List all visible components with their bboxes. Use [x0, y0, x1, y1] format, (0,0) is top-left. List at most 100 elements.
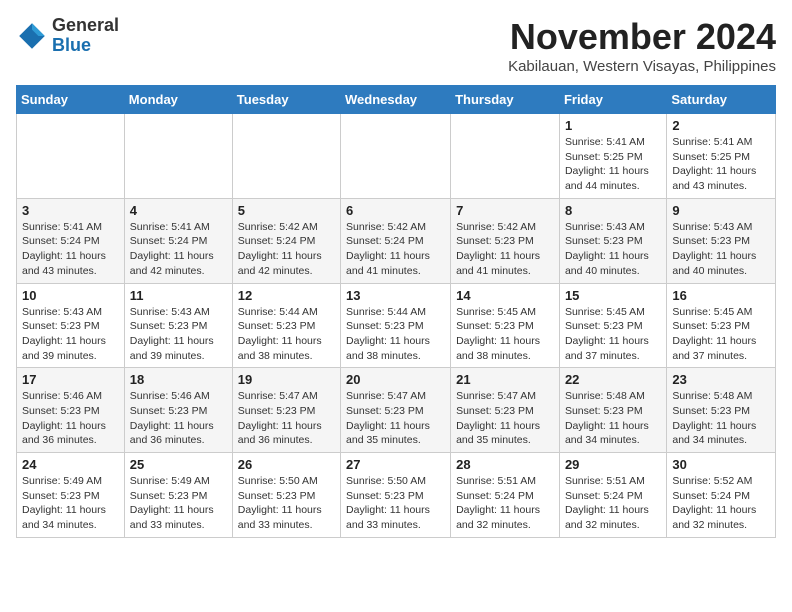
day-number: 8 [565, 203, 661, 218]
day-info: Sunrise: 5:47 AM Sunset: 5:23 PM Dayligh… [456, 389, 554, 448]
day-number: 20 [346, 372, 445, 387]
location: Kabilauan, Western Visayas, Philippines [508, 58, 776, 75]
day-number: 17 [22, 372, 119, 387]
day-info: Sunrise: 5:44 AM Sunset: 5:23 PM Dayligh… [346, 305, 445, 364]
day-number: 30 [672, 457, 770, 472]
day-number: 21 [456, 372, 554, 387]
calendar-cell [451, 114, 560, 199]
weekday-header: Thursday [451, 86, 560, 114]
day-number: 25 [130, 457, 227, 472]
calendar-week-row: 1 Sunrise: 5:41 AM Sunset: 5:25 PM Daylig… [17, 114, 776, 199]
calendar-cell [232, 114, 340, 199]
day-info: Sunrise: 5:41 AM Sunset: 5:25 PM Dayligh… [672, 135, 770, 194]
calendar-cell: 5Sunrise: 5:42 AM Sunset: 5:24 PM Daylig… [232, 198, 340, 283]
calendar-cell [341, 114, 451, 199]
calendar-cell: 21 Sunrise: 5:47 AM Sunset: 5:23 PM Dayli… [451, 368, 560, 453]
day-info: Sunrise: 5:48 AM Sunset: 5:23 PM Dayligh… [565, 389, 661, 448]
day-info: Sunrise: 5:51 AM Sunset: 5:24 PM Dayligh… [565, 474, 661, 533]
calendar-cell: 12Sunrise: 5:44 AM Sunset: 5:23 PM Dayli… [232, 283, 340, 368]
day-number: 6 [346, 203, 445, 218]
calendar-cell: 8 Sunrise: 5:43 AM Sunset: 5:23 PM Daylig… [559, 198, 666, 283]
calendar-cell: 6 Sunrise: 5:42 AM Sunset: 5:24 PM Daylig… [341, 198, 451, 283]
calendar-cell: 17 Sunrise: 5:46 AM Sunset: 5:23 PM Dayli… [17, 368, 125, 453]
calendar-cell: 20 Sunrise: 5:47 AM Sunset: 5:23 PM Dayli… [341, 368, 451, 453]
weekday-header: Sunday [17, 86, 125, 114]
calendar-cell: 7Sunrise: 5:42 AM Sunset: 5:23 PM Daylig… [451, 198, 560, 283]
calendar-cell: 29 Sunrise: 5:51 AM Sunset: 5:24 PM Dayli… [559, 453, 666, 538]
day-number: 23 [672, 372, 770, 387]
weekday-header: Saturday [667, 86, 776, 114]
day-number: 4 [130, 203, 227, 218]
day-info: Sunrise: 5:41 AM Sunset: 5:25 PM Dayligh… [565, 135, 661, 194]
day-number: 19 [238, 372, 335, 387]
weekday-header: Monday [124, 86, 232, 114]
calendar-cell: 26Sunrise: 5:50 AM Sunset: 5:23 PM Dayli… [232, 453, 340, 538]
day-number: 1 [565, 118, 661, 133]
calendar-cell: 30 Sunrise: 5:52 AM Sunset: 5:24 PM Dayli… [667, 453, 776, 538]
calendar-week-row: 10Sunrise: 5:43 AM Sunset: 5:23 PM Dayli… [17, 283, 776, 368]
calendar-week-row: 3Sunrise: 5:41 AM Sunset: 5:24 PM Daylig… [17, 198, 776, 283]
day-info: Sunrise: 5:43 AM Sunset: 5:23 PM Dayligh… [565, 220, 661, 279]
calendar-cell: 11 Sunrise: 5:43 AM Sunset: 5:23 PM Dayli… [124, 283, 232, 368]
day-number: 26 [238, 457, 335, 472]
day-number: 2 [672, 118, 770, 133]
calendar-cell: 25 Sunrise: 5:49 AM Sunset: 5:23 PM Dayli… [124, 453, 232, 538]
calendar-cell: 24 Sunrise: 5:49 AM Sunset: 5:23 PM Dayli… [17, 453, 125, 538]
day-number: 24 [22, 457, 119, 472]
day-number: 15 [565, 288, 661, 303]
calendar-cell: 19 Sunrise: 5:47 AM Sunset: 5:23 PM Dayli… [232, 368, 340, 453]
day-number: 11 [130, 288, 227, 303]
day-info: Sunrise: 5:50 AM Sunset: 5:23 PM Dayligh… [346, 474, 445, 533]
title-block: November 2024 Kabilauan, Western Visayas… [508, 16, 776, 75]
day-info: Sunrise: 5:46 AM Sunset: 5:23 PM Dayligh… [22, 389, 119, 448]
calendar-cell: 3Sunrise: 5:41 AM Sunset: 5:24 PM Daylig… [17, 198, 125, 283]
day-info: Sunrise: 5:45 AM Sunset: 5:23 PM Dayligh… [565, 305, 661, 364]
day-number: 14 [456, 288, 554, 303]
calendar-cell: 10Sunrise: 5:43 AM Sunset: 5:23 PM Dayli… [17, 283, 125, 368]
day-info: Sunrise: 5:48 AM Sunset: 5:23 PM Dayligh… [672, 389, 770, 448]
calendar-cell: 15 Sunrise: 5:45 AM Sunset: 5:23 PM Dayli… [559, 283, 666, 368]
calendar-cell: 23 Sunrise: 5:48 AM Sunset: 5:23 PM Dayli… [667, 368, 776, 453]
day-info: Sunrise: 5:43 AM Sunset: 5:23 PM Dayligh… [130, 305, 227, 364]
day-info: Sunrise: 5:47 AM Sunset: 5:23 PM Dayligh… [238, 389, 335, 448]
calendar-cell: 22Sunrise: 5:48 AM Sunset: 5:23 PM Dayli… [559, 368, 666, 453]
calendar-cell [17, 114, 125, 199]
weekday-header: Tuesday [232, 86, 340, 114]
calendar-cell: 4Sunrise: 5:41 AM Sunset: 5:24 PM Daylig… [124, 198, 232, 283]
day-number: 29 [565, 457, 661, 472]
calendar-cell: 16 Sunrise: 5:45 AM Sunset: 5:23 PM Dayli… [667, 283, 776, 368]
day-number: 9 [672, 203, 770, 218]
calendar-table: SundayMondayTuesdayWednesdayThursdayFrid… [16, 85, 776, 538]
calendar-week-row: 24 Sunrise: 5:49 AM Sunset: 5:23 PM Dayli… [17, 453, 776, 538]
day-info: Sunrise: 5:45 AM Sunset: 5:23 PM Dayligh… [456, 305, 554, 364]
calendar-cell: 28 Sunrise: 5:51 AM Sunset: 5:24 PM Dayli… [451, 453, 560, 538]
logo-text: General Blue [52, 16, 119, 56]
day-info: Sunrise: 5:52 AM Sunset: 5:24 PM Dayligh… [672, 474, 770, 533]
day-number: 28 [456, 457, 554, 472]
day-info: Sunrise: 5:49 AM Sunset: 5:23 PM Dayligh… [22, 474, 119, 533]
day-info: Sunrise: 5:45 AM Sunset: 5:23 PM Dayligh… [672, 305, 770, 364]
calendar-cell: 13Sunrise: 5:44 AM Sunset: 5:23 PM Dayli… [341, 283, 451, 368]
day-info: Sunrise: 5:42 AM Sunset: 5:24 PM Dayligh… [346, 220, 445, 279]
weekday-header: Friday [559, 86, 666, 114]
calendar-cell: 9 Sunrise: 5:43 AM Sunset: 5:23 PM Daylig… [667, 198, 776, 283]
day-info: Sunrise: 5:43 AM Sunset: 5:23 PM Dayligh… [672, 220, 770, 279]
day-number: 16 [672, 288, 770, 303]
day-info: Sunrise: 5:41 AM Sunset: 5:24 PM Dayligh… [22, 220, 119, 279]
calendar-cell: 27 Sunrise: 5:50 AM Sunset: 5:23 PM Dayli… [341, 453, 451, 538]
day-number: 18 [130, 372, 227, 387]
day-info: Sunrise: 5:51 AM Sunset: 5:24 PM Dayligh… [456, 474, 554, 533]
day-number: 27 [346, 457, 445, 472]
calendar-cell: 1 Sunrise: 5:41 AM Sunset: 5:25 PM Daylig… [559, 114, 666, 199]
logo-icon [16, 20, 48, 52]
weekday-header: Wednesday [341, 86, 451, 114]
day-info: Sunrise: 5:44 AM Sunset: 5:23 PM Dayligh… [238, 305, 335, 364]
day-info: Sunrise: 5:47 AM Sunset: 5:23 PM Dayligh… [346, 389, 445, 448]
weekday-header-row: SundayMondayTuesdayWednesdayThursdayFrid… [17, 86, 776, 114]
calendar-cell: 2 Sunrise: 5:41 AM Sunset: 5:25 PM Daylig… [667, 114, 776, 199]
month-title: November 2024 [508, 16, 776, 58]
calendar-cell: 18Sunrise: 5:46 AM Sunset: 5:23 PM Dayli… [124, 368, 232, 453]
calendar-week-row: 17 Sunrise: 5:46 AM Sunset: 5:23 PM Dayli… [17, 368, 776, 453]
day-number: 7 [456, 203, 554, 218]
day-info: Sunrise: 5:49 AM Sunset: 5:23 PM Dayligh… [130, 474, 227, 533]
